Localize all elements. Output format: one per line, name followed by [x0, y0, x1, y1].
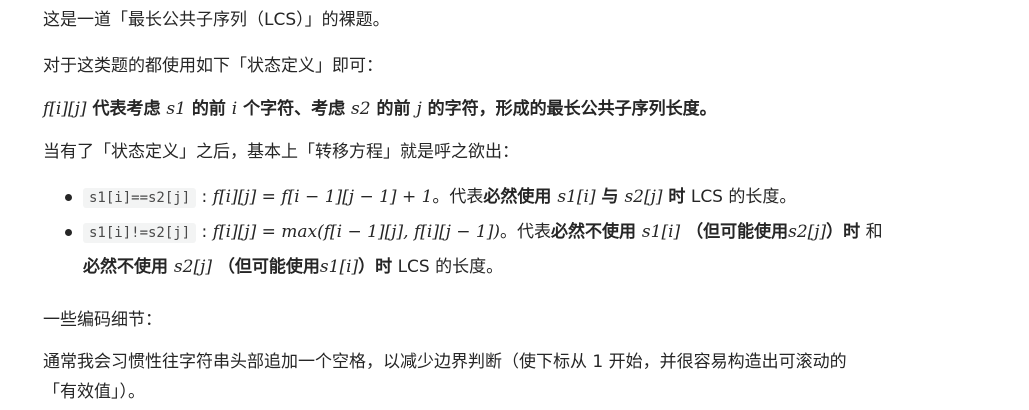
bullet-dot	[65, 194, 72, 201]
math-fij: f[i][j]	[43, 99, 87, 119]
text-bold: （但可能使用	[680, 222, 789, 242]
paragraph-state-definition: f[i][j] 代表考虑 s1 的前 i 个字符、考虑 s2 的前 j 的字符，…	[43, 97, 717, 121]
text-bold: 的字符，形成的最长公共子序列长度。	[421, 99, 717, 119]
text-bold: ）时	[358, 257, 393, 277]
text: 。代表	[432, 187, 484, 207]
text-bold: 个字符、考虑	[237, 99, 352, 119]
paragraph-intro: 这是一道「最长公共子序列（LCS）」的裸题。	[43, 10, 390, 30]
separator: :	[196, 187, 213, 207]
math-s1i: s1[i]	[557, 187, 596, 207]
text: LCS 的长度。	[392, 257, 504, 277]
inline-code: s1[i]!=s2[j]	[83, 223, 197, 243]
text: 和	[860, 222, 883, 242]
math-s1: s1	[166, 99, 186, 119]
paragraph-state-intro: 对于这类题的都使用如下「状态定义」即可：	[43, 56, 383, 76]
text-bold: 时	[662, 187, 686, 207]
math-equation: f[i][j] = f[i − 1][j − 1] + 1	[212, 187, 433, 207]
list-item-line: s1[i]!=s2[j] : f[i][j] = max(f[i − 1][j]…	[83, 215, 1003, 250]
paragraph-coding-details: 一些编码细节：	[43, 310, 162, 330]
text-bold: 与	[595, 187, 625, 207]
text-bold: （但可能使用	[212, 257, 320, 277]
math-s2j: s2[j]	[173, 257, 212, 277]
inline-code: s1[i]==s2[j]	[83, 188, 197, 208]
text-bold: 的前	[185, 99, 232, 119]
text: 。代表	[500, 222, 551, 242]
paragraph-transition-intro: 当有了「状态定义」之后，基本上「转移方程」就是呼之欲出：	[43, 142, 519, 162]
math-s1i: s1[i]	[319, 257, 359, 277]
text: LCS 的长度。	[685, 187, 797, 207]
text-bold: ）时	[826, 222, 861, 242]
list-item: s1[i]!=s2[j] : f[i][j] = max(f[i − 1][j]…	[43, 215, 1003, 284]
text-bold: 代表考虑	[86, 99, 167, 119]
math-equation: f[i][j] = max(f[i − 1][j], f[i][j − 1])	[212, 222, 500, 242]
separator: :	[196, 222, 213, 242]
paragraph-padding-tip: 通常我会习惯性往字符串头部追加一个空格，以减少边界判断（使下标从 1 开始，并很…	[43, 352, 847, 372]
text-bold: 必然使用	[483, 187, 558, 207]
math-s2j: s2[j]	[788, 222, 827, 242]
math-s1i: s1[i]	[641, 222, 681, 242]
text-bold: 必然不使用	[551, 222, 642, 242]
transition-list: s1[i]==s2[j] : f[i][j] = f[i − 1][j − 1]…	[43, 180, 1003, 284]
text-bold: 的前	[370, 99, 417, 119]
math-s2: s2	[351, 99, 371, 119]
article-body: 这是一道「最长公共子序列（LCS）」的裸题。 对于这类题的都使用如下「状态定义」…	[0, 0, 1029, 410]
math-s2j: s2[j]	[624, 187, 663, 207]
list-item-line: 必然不使用 s2[j] （但可能使用s1[i]）时 LCS 的长度。	[83, 250, 1003, 284]
bullet-dot	[65, 229, 72, 236]
paragraph-padding-tip-cont: 「有效值」）。	[43, 382, 145, 402]
text-bold: 必然不使用	[83, 257, 174, 277]
list-item: s1[i]==s2[j] : f[i][j] = f[i − 1][j − 1]…	[43, 180, 1003, 215]
